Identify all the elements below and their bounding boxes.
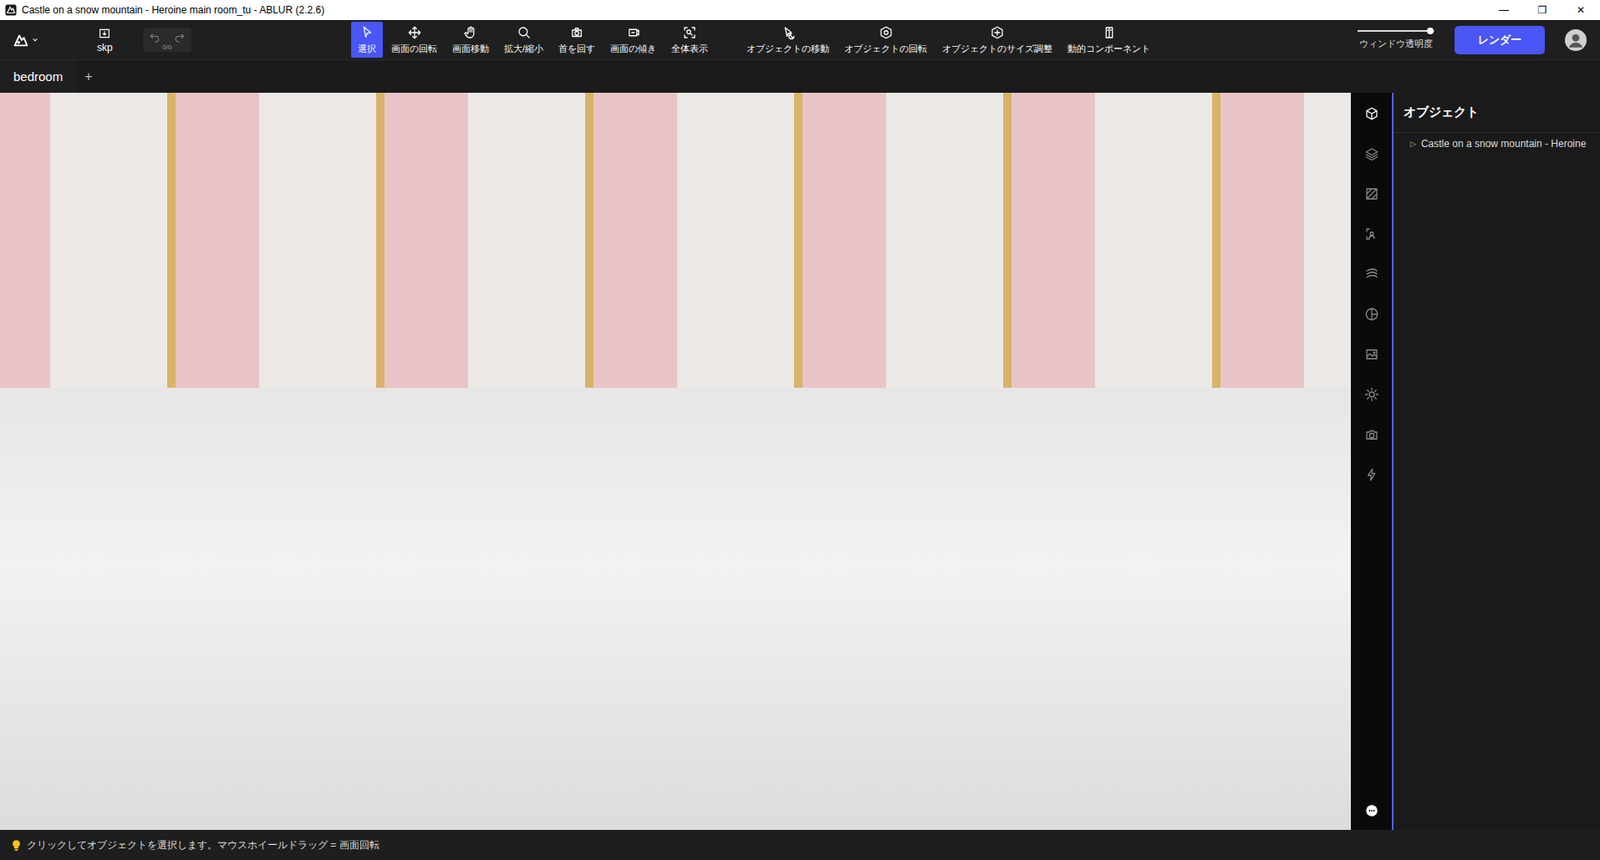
resize-object-icon: [989, 25, 1005, 41]
lightning-icon: [1364, 467, 1380, 483]
material-icon: [1364, 306, 1380, 322]
tool-label: オブジェクトの回転: [844, 42, 928, 56]
rotate-object-icon: [878, 25, 894, 41]
tool-label: 選択: [357, 42, 377, 56]
view-tool-button[interactable]: 選択: [351, 21, 383, 58]
camera-icon: [1364, 427, 1380, 443]
window-opacity-control: ウィンドウ透明度: [1357, 30, 1435, 51]
side-panel-button[interactable]: [1355, 420, 1389, 449]
side-panel-button[interactable]: [1355, 219, 1389, 249]
side-panel-button[interactable]: [1355, 179, 1389, 209]
tree-item[interactable]: ▷ Castle on a snow mountain - Heroine: [1393, 132, 1600, 155]
dynamic-component-icon: [1101, 25, 1117, 41]
hatch-icon: [1364, 186, 1380, 202]
tool-label: オブジェクトのサイズ調整: [942, 42, 1053, 56]
history-controls: 0/0: [142, 27, 192, 52]
lightbulb-icon: [10, 839, 23, 852]
side-panel-button[interactable]: [1355, 139, 1389, 169]
status-bar: クリックしてオブジェクトを選択します。マウスホイールドラッグ = 画面回転: [0, 830, 1600, 860]
tool-label: 画面の回転: [391, 42, 438, 56]
tool-label: 動的コンポーネント: [1067, 42, 1151, 56]
cube-icon: [1364, 106, 1380, 122]
image-icon: [1364, 346, 1380, 362]
side-panel-button[interactable]: [1355, 340, 1389, 369]
user-avatar[interactable]: [1564, 29, 1587, 51]
tab-bar: bedroom +: [0, 59, 1600, 93]
zoom-icon: [516, 25, 532, 41]
view-tool-button[interactable]: 拡大/縮小: [497, 21, 551, 58]
fit-view-icon: [682, 25, 698, 41]
skp-label: skp: [96, 41, 113, 54]
chat-icon: [1364, 803, 1380, 819]
render-button[interactable]: レンダー: [1454, 25, 1545, 55]
view-tool-button[interactable]: 画面の回転: [384, 21, 444, 58]
redo-icon[interactable]: [173, 30, 187, 44]
rotate-view-icon: [407, 25, 423, 41]
side-panel-button[interactable]: [1355, 300, 1389, 329]
view-tool-button[interactable]: 全体表示: [664, 21, 715, 58]
hand-icon: [463, 25, 479, 41]
render-wall: [0, 92, 1351, 388]
render-floor: [0, 387, 1351, 831]
scene-tab[interactable]: bedroom: [0, 60, 77, 93]
import-icon: [97, 26, 112, 41]
opacity-label: ウィンドウ透明度: [1359, 37, 1433, 51]
view-tool-button[interactable]: 首を回す: [551, 21, 602, 58]
object-tool-button[interactable]: オブジェクトの移動: [739, 21, 836, 58]
user-icon: [1564, 29, 1587, 51]
tool-label: 画面の傾き: [610, 42, 657, 56]
skp-import-button[interactable]: skp: [88, 26, 122, 54]
tool-group: 選択 画面の回転 画面移動 拡大/縮小 首を回す 画面の傾き 全体表示 オブジェ…: [351, 21, 1157, 58]
title-bar: Castle on a snow mountain - Heroine main…: [0, 0, 1600, 21]
expander[interactable]: ▷: [1410, 139, 1417, 148]
chat-button[interactable]: [1355, 796, 1389, 826]
history-counter: 0/0: [162, 43, 172, 51]
add-tab-button[interactable]: +: [76, 69, 101, 85]
ablur-logo-icon: [11, 30, 31, 50]
tool-label: 画面移動: [452, 42, 490, 56]
tool-label: 拡大/縮小: [504, 42, 544, 56]
curves-icon: [1364, 266, 1380, 282]
move-object-icon: [780, 25, 796, 41]
window-control-button[interactable]: —: [1484, 0, 1524, 21]
object-tool-button[interactable]: オブジェクトの回転: [837, 21, 934, 58]
tool-label: オブジェクトの移動: [746, 42, 830, 56]
object-tool-button[interactable]: 動的コンポーネント: [1060, 21, 1157, 58]
3d-viewport[interactable]: [0, 92, 1351, 831]
tool-label: 首を回す: [558, 42, 596, 56]
layers-icon: [1364, 146, 1380, 162]
slider-knob[interactable]: [1426, 27, 1434, 35]
toolbar: skp 0/0 選択 画面の回転 画面移動 拡大/縮小 首を回す 画面の傾き 全…: [0, 20, 1600, 60]
tilt-icon: [626, 25, 642, 41]
select-icon: [359, 25, 375, 41]
ablur-window: Castle on a snow mountain - Heroine main…: [0, 0, 1600, 860]
sun-icon: [1364, 387, 1380, 403]
window-title: Castle on a snow mountain - Heroine main…: [21, 4, 325, 16]
side-panel-button[interactable]: [1355, 460, 1389, 490]
ablur-logo-icon: [5, 4, 17, 16]
side-panel-button[interactable]: [1355, 259, 1389, 289]
tree-label: Castle on a snow mountain - Heroine: [1421, 137, 1586, 150]
opacity-slider[interactable]: [1357, 30, 1435, 32]
person-frame-icon: [1364, 226, 1380, 242]
status-hint: クリックしてオブジェクトを選択します。マウスホイールドラッグ = 画面回転: [26, 838, 380, 853]
view-tool-button[interactable]: 画面の傾き: [603, 21, 663, 58]
objects-panel: オブジェクト ▷ Castle on a snow mountain - Her…: [1391, 92, 1600, 831]
window-control-button[interactable]: ❐: [1523, 0, 1562, 21]
app-menu-button[interactable]: [11, 30, 39, 50]
panel-title: オブジェクト: [1393, 92, 1600, 133]
chevron-down-icon: [31, 36, 39, 44]
turn-head-icon: [569, 25, 585, 41]
undo-icon[interactable]: [147, 30, 162, 44]
tool-label: 全体表示: [671, 42, 709, 56]
window-control-button[interactable]: ✕: [1561, 0, 1600, 21]
side-icon-strip: [1350, 92, 1392, 831]
side-panel-button[interactable]: [1355, 380, 1389, 409]
object-tool-button[interactable]: オブジェクトのサイズ調整: [935, 21, 1060, 58]
view-tool-button[interactable]: 画面移動: [445, 21, 496, 58]
side-panel-button[interactable]: [1355, 99, 1389, 128]
